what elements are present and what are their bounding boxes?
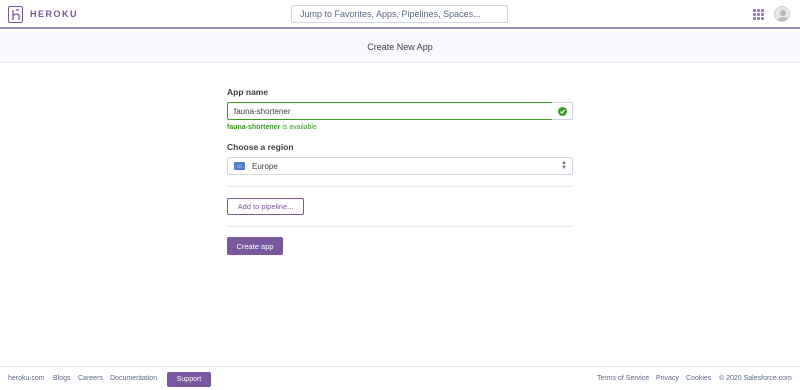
- region-selected-value: Europe: [252, 162, 278, 171]
- footer-link-cookies[interactable]: Cookies: [686, 375, 711, 382]
- footer-link-heroku[interactable]: heroku.com: [8, 375, 45, 382]
- apps-grid-icon[interactable]: [753, 9, 764, 20]
- brand-name[interactable]: HEROKU: [30, 9, 78, 19]
- top-navbar: HEROKU: [0, 0, 800, 29]
- region-select[interactable]: Europe ▲ ▼: [227, 157, 573, 175]
- region-label: Choose a region: [227, 142, 294, 152]
- divider: [227, 186, 573, 187]
- create-app-button[interactable]: Create app: [227, 237, 283, 255]
- user-avatar-icon[interactable]: [774, 6, 790, 22]
- check-circle-icon: [557, 106, 567, 116]
- availability-app-name: fauna-shortener: [227, 124, 281, 131]
- availability-message: fauna-shortener is available: [227, 124, 317, 131]
- app-name-input[interactable]: [227, 102, 553, 120]
- app-name-label: App name: [227, 87, 269, 97]
- divider: [227, 226, 573, 227]
- support-button[interactable]: Support: [167, 372, 211, 387]
- heroku-logo-icon[interactable]: [8, 6, 23, 23]
- footer-link-careers[interactable]: Careers: [78, 375, 103, 382]
- page-header: Create New App: [0, 31, 800, 63]
- footer-link-documentation[interactable]: Documentation: [110, 375, 157, 382]
- search-input[interactable]: [291, 5, 508, 23]
- availability-suffix: is available: [280, 124, 317, 131]
- add-to-pipeline-button[interactable]: Add to pipeline...: [227, 198, 304, 215]
- footer-link-privacy[interactable]: Privacy: [656, 375, 679, 382]
- validation-indicator: [552, 102, 573, 120]
- eu-flag-icon: [234, 162, 245, 170]
- chevron-up-down-icon: ▲ ▼: [561, 160, 567, 171]
- footer: heroku.com Blogs Careers Documentation S…: [0, 366, 800, 390]
- copyright-text: © 2020 Salesforce.com: [719, 375, 792, 382]
- footer-link-terms[interactable]: Terms of Service: [597, 375, 649, 382]
- footer-link-blogs[interactable]: Blogs: [53, 375, 71, 382]
- page-title: Create New App: [367, 41, 433, 52]
